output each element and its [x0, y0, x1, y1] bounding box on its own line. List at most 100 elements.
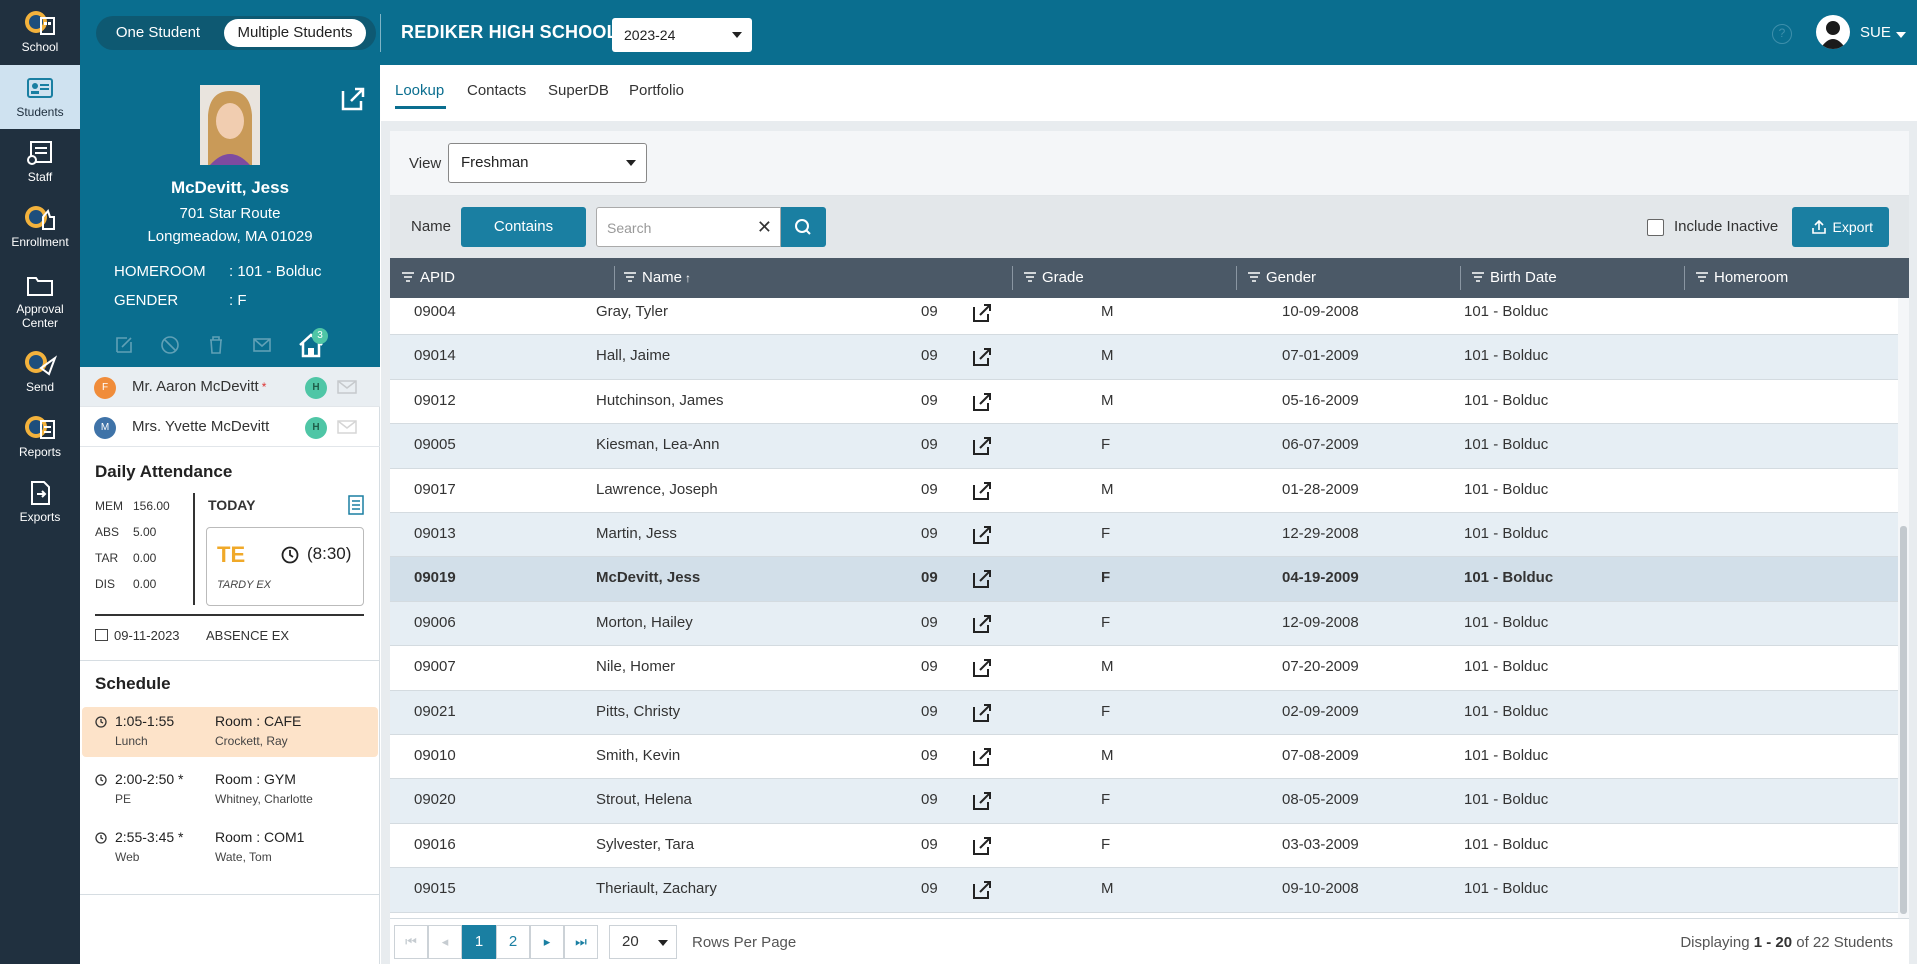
open-external-icon[interactable]: [971, 835, 993, 857]
column-header-grade[interactable]: Grade: [1012, 258, 1236, 298]
rail-item-approval-center[interactable]: Approval Center: [0, 262, 80, 334]
stat-value: 0.00: [133, 551, 157, 565]
filter-icon[interactable]: [1472, 272, 1484, 282]
clear-icon[interactable]: ✕: [757, 217, 772, 237]
table-row[interactable]: 09006 Morton, Hailey 09 F 12-09-2008 101 - Bo…: [390, 601, 1898, 647]
prev-page-button[interactable]: ◂: [428, 925, 462, 959]
filter-icon[interactable]: [1248, 272, 1260, 282]
user-name[interactable]: SUE: [1860, 24, 1891, 41]
tab-superdb[interactable]: SuperDB: [548, 82, 609, 99]
rail-item-school[interactable]: School: [0, 0, 80, 64]
search-input[interactable]: [607, 217, 747, 239]
column-header-name[interactable]: Name ↑: [612, 258, 1012, 298]
filter-icon[interactable]: [402, 272, 414, 282]
table-row[interactable]: 09019 McDevitt, Jess 09 F 04-19-2009 101 - Bo…: [390, 557, 1898, 602]
column-header-gender[interactable]: Gender: [1236, 258, 1460, 298]
table-row[interactable]: 09013 Martin, Jess 09 F 12-29-2008 101 - Bold…: [390, 513, 1898, 558]
page-button-2[interactable]: 2: [496, 925, 530, 959]
rail-item-exports[interactable]: Exports: [0, 470, 80, 534]
scrollbar-thumb[interactable]: [1900, 526, 1907, 914]
cell-name: Martin, Jess: [596, 525, 677, 542]
edit-icon[interactable]: [114, 335, 134, 355]
schedule-item[interactable]: 1:05-1:55 Lunch Room : CAFE Crockett, Ra…: [82, 707, 378, 757]
filter-icon[interactable]: [624, 272, 636, 282]
cell-apid: 09016: [414, 835, 456, 853]
rows-per-page-select[interactable]: 20: [609, 925, 677, 959]
table-row[interactable]: 09016 Sylvester, Tara 09 F 03-03-2009 101 - B…: [390, 824, 1898, 869]
tab-portfolio[interactable]: Portfolio: [629, 82, 684, 99]
table-row[interactable]: 09005 Kiesman, Lea-Ann 09 F 06-07-2009 101 - …: [390, 424, 1898, 469]
open-external-icon[interactable]: [971, 568, 993, 590]
open-external-icon[interactable]: [971, 302, 993, 324]
multiple-students-button[interactable]: Multiple Students: [224, 19, 366, 47]
table-row[interactable]: 09020 Strout, Helena 09 F 08-05-2009 101 - Bo…: [390, 779, 1898, 824]
open-external-icon[interactable]: [971, 524, 993, 546]
mail-icon[interactable]: [252, 335, 272, 355]
open-external-icon[interactable]: [971, 746, 993, 768]
column-header-homeroom[interactable]: Homeroom: [1684, 258, 1909, 298]
open-external-icon[interactable]: [971, 879, 993, 901]
contact-row[interactable]: F Mr. Aaron McDevitt * H: [80, 367, 380, 407]
cell-birth-date: 08-05-2009: [1282, 791, 1359, 809]
chevron-down-icon[interactable]: [1896, 32, 1906, 38]
document-icon[interactable]: [348, 495, 364, 515]
search-button[interactable]: [781, 207, 826, 247]
filter-icon[interactable]: [1024, 272, 1036, 282]
table-row[interactable]: 09014 Hall, Jaime 09 M 07-01-2009 101 - Boldu…: [390, 335, 1898, 380]
open-external-icon[interactable]: [971, 346, 993, 368]
tab-lookup[interactable]: Lookup: [395, 82, 444, 99]
table-row[interactable]: 09021 Pitts, Christy 09 F 02-09-2009 101 - Bo…: [390, 690, 1898, 735]
cell-gender: M: [1101, 303, 1114, 320]
rail-item-staff[interactable]: Staff: [0, 130, 80, 194]
include-inactive-label[interactable]: Include Inactive: [1674, 218, 1778, 235]
table-row[interactable]: 09010 Smith, Kevin 09 M 07-08-2009 101 - Bold…: [390, 735, 1898, 780]
attendance-stat: DIS 0.00: [95, 577, 156, 591]
school-year-select[interactable]: 2023-24: [612, 18, 752, 52]
schedule-item[interactable]: 2:55-3:45 * Web Room : COM1 Wate, Tom: [82, 823, 378, 873]
open-external-icon[interactable]: [971, 657, 993, 679]
open-external-icon[interactable]: [971, 391, 993, 413]
rail-item-students[interactable]: Students: [0, 65, 80, 129]
table-row[interactable]: 09017 Lawrence, Joseph 09 M 01-28-2009 101 - …: [390, 469, 1898, 513]
column-header-apid[interactable]: APID: [390, 258, 614, 298]
export-button[interactable]: Export: [1792, 207, 1889, 247]
schedule-item[interactable]: 2:00-2:50 * PE Room : GYM Whitney, Charl…: [82, 765, 378, 815]
last-page-button[interactable]: ⏭: [564, 925, 598, 959]
rail-item-enrollment[interactable]: Enrollment: [0, 195, 80, 259]
help-icon[interactable]: ?: [1772, 24, 1792, 44]
contains-button[interactable]: Contains: [461, 207, 586, 247]
table-row[interactable]: 09015 Theriault, Zachary 09 M 09-10-2008 101 …: [390, 868, 1898, 913]
column-label: Gender: [1266, 269, 1317, 286]
open-external-icon[interactable]: [971, 790, 993, 812]
contact-row[interactable]: M Mrs. Yvette McDevitt H: [80, 407, 380, 447]
cell-homeroom: 101 - Bolduc: [1464, 747, 1549, 764]
tab-contacts[interactable]: Contacts: [467, 82, 526, 99]
mail-icon[interactable]: [337, 420, 357, 434]
trash-icon[interactable]: [206, 335, 226, 355]
mail-icon[interactable]: [337, 380, 357, 394]
today-attendance-card[interactable]: TE (8:30) TARDY EX: [206, 527, 364, 606]
open-external-icon[interactable]: [339, 85, 367, 113]
open-external-icon[interactable]: [971, 702, 993, 724]
table-row[interactable]: 09012 Hutchinson, James 09 M 05-16-2009 101 -…: [390, 380, 1898, 425]
open-external-icon[interactable]: [971, 613, 993, 635]
open-external-icon[interactable]: [971, 435, 993, 457]
table-row[interactable]: 09004 Gray, Tyler 09 M 10-09-2008 101 - Boldu…: [390, 298, 1898, 336]
block-icon[interactable]: [160, 335, 180, 355]
include-inactive-checkbox[interactable]: [1647, 219, 1664, 236]
view-select[interactable]: Freshman: [448, 143, 647, 183]
rail-item-reports[interactable]: Reports: [0, 405, 80, 469]
table-row[interactable]: 09007 Nile, Homer 09 M 07-20-2009 101 - Boldu…: [390, 646, 1898, 691]
page-button-1[interactable]: 1: [462, 925, 496, 959]
column-header-birth-date[interactable]: Birth Date: [1460, 258, 1684, 298]
user-avatar[interactable]: [1816, 15, 1850, 49]
cell-apid: 09004: [414, 303, 456, 320]
open-external-icon[interactable]: [971, 480, 993, 502]
cell-birth-date: 10-09-2008: [1282, 303, 1359, 320]
next-page-button[interactable]: ▸: [530, 925, 564, 959]
rail-item-send[interactable]: Send: [0, 340, 80, 404]
filter-icon[interactable]: [1696, 272, 1708, 282]
one-student-button[interactable]: One Student: [102, 19, 214, 47]
gender-label: GENDER: [114, 292, 179, 309]
first-page-button[interactable]: ⏮: [394, 925, 428, 959]
